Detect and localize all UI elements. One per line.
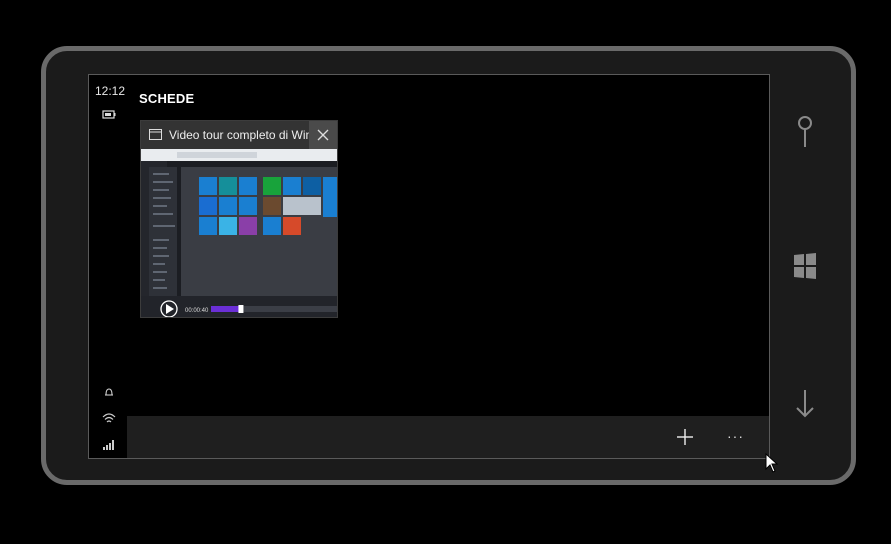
tab-title: Video tour completo di Windows 10 <box>169 128 309 142</box>
video-time: 00:00:40 <box>185 308 209 314</box>
search-icon[interactable] <box>795 114 815 150</box>
video-progress-fill <box>211 306 241 312</box>
browser-tab-card[interactable]: Video tour completo di Windows 10 <box>140 120 338 318</box>
more-options-button[interactable]: ··· <box>727 428 744 444</box>
video-progress-thumb <box>238 305 244 313</box>
windows-icon[interactable] <box>792 252 818 280</box>
wifi-icon <box>102 413 116 423</box>
tab-thumbnail: 00:00:40 <box>141 149 337 317</box>
tab-header: Video tour completo di Windows 10 <box>141 121 337 149</box>
browser-window-icon <box>149 129 162 140</box>
video-preview-image: 00:00:40 <box>141 149 337 317</box>
app-bar: ··· <box>127 416 769 458</box>
signal-icon <box>103 440 114 450</box>
status-bar: 12:12 <box>89 75 127 458</box>
mouse-cursor-icon <box>765 453 779 473</box>
close-icon <box>317 129 329 141</box>
phone-screen: 12:12 SCHEDE Video tour completo di Wi 0… <box>88 74 770 459</box>
status-time: 12:12 <box>95 84 126 98</box>
battery-icon <box>102 110 116 119</box>
close-tab-button[interactable] <box>309 121 337 149</box>
add-tab-button[interactable] <box>675 427 695 447</box>
arrow-down-icon[interactable] <box>794 388 816 420</box>
page-title: SCHEDE <box>139 91 195 106</box>
quiet-hours-icon <box>105 388 113 396</box>
